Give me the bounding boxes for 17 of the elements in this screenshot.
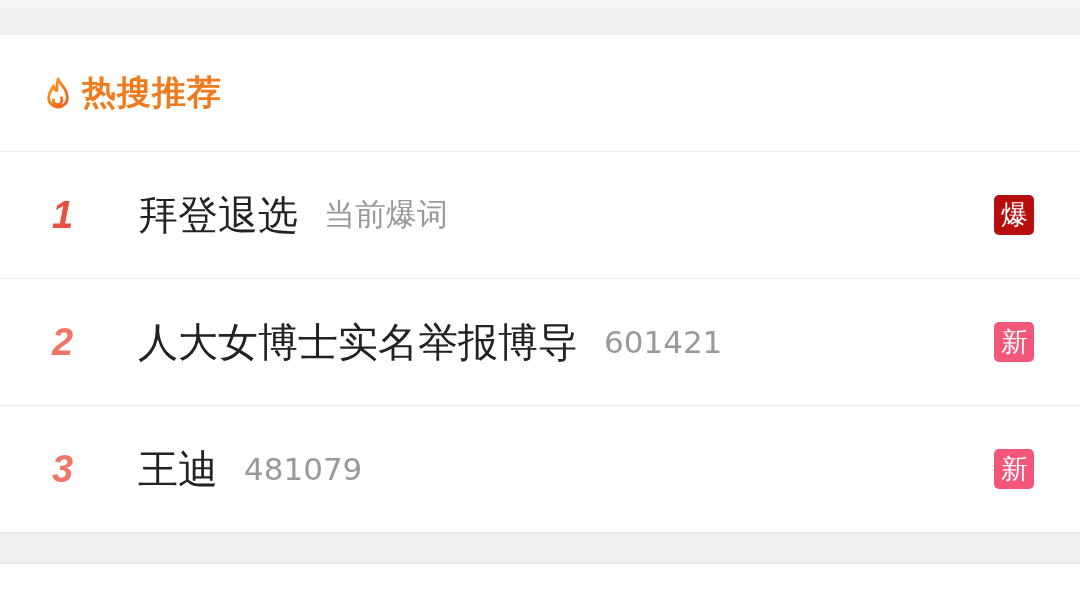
- topic-meta: 当前爆词: [324, 195, 448, 234]
- topic-title: 人大女博士实名举报博导: [138, 317, 578, 367]
- rank-number: 3: [52, 447, 75, 491]
- topic-badge: 新: [994, 322, 1034, 362]
- topic-badge: 新: [994, 449, 1034, 489]
- hot-search-item[interactable]: 1 拜登退选 当前爆词 爆: [0, 152, 1080, 279]
- flame-icon: [44, 76, 72, 110]
- topic-title: 拜登退选: [138, 190, 298, 240]
- hot-search-item[interactable]: 3 王迪 481079 新: [0, 406, 1080, 532]
- section-title: 热搜推荐: [82, 71, 222, 114]
- topic-badge: 爆: [994, 195, 1034, 235]
- hot-search-item[interactable]: 2 人大女博士实名举报博导 601421 新: [0, 279, 1080, 406]
- topic-title: 王迪: [138, 444, 218, 494]
- rank-number: 2: [52, 320, 75, 364]
- topic-meta: 601421: [604, 324, 723, 360]
- rank-number: 1: [52, 193, 75, 237]
- topic-meta: 481079: [244, 451, 363, 487]
